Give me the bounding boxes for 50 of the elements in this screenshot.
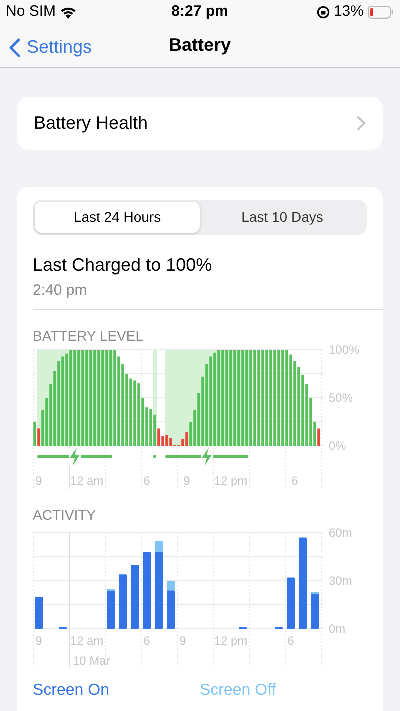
- last-charged-time: 2:40 pm: [33, 281, 88, 301]
- legend-label: Screen On: [33, 680, 110, 700]
- axis-label: 12 am: [70, 474, 104, 488]
- battery-health-row[interactable]: Battery Health: [17, 97, 383, 150]
- battery-icon: [368, 6, 394, 18]
- axis-label: 30m: [329, 574, 352, 588]
- date-label: 10 Mar: [73, 654, 110, 668]
- axis-label: 12 pm: [214, 474, 248, 488]
- section-heading: ACTIVITY: [33, 506, 98, 524]
- axis-label: 12 pm: [214, 634, 248, 648]
- axis-label: 6: [292, 474, 298, 488]
- section-heading: BATTERY LEVEL: [33, 326, 144, 346]
- carrier-label: No SIM: [6, 2, 56, 22]
- battery-percent: 13%: [334, 2, 364, 22]
- axis-label: 6: [144, 634, 150, 648]
- bar: [190, 422, 192, 446]
- legend-label: Screen Off: [200, 680, 278, 700]
- axis-label: 6: [288, 634, 294, 648]
- bar: [170, 438, 172, 446]
- activity-bar: [119, 574, 127, 628]
- bar: [186, 432, 188, 446]
- segment-tab[interactable]: Last 24 Hours: [35, 202, 200, 233]
- axis-label: 100%: [329, 344, 360, 356]
- axis-label: 60m: [329, 526, 352, 540]
- activity-bar: [239, 626, 247, 629]
- axis-label: 9: [180, 634, 186, 648]
- activity-bar: [59, 626, 67, 629]
- chevron-left-icon: [9, 38, 21, 58]
- activity-bar: [131, 564, 139, 628]
- axis-label: 0%: [329, 438, 346, 452]
- charging-indicator: [154, 454, 156, 458]
- axis-label: 9: [36, 634, 42, 648]
- wifi-icon: [60, 6, 78, 18]
- page-title: Battery: [168, 34, 232, 57]
- activity-bar: [287, 577, 295, 628]
- axis-label: 9: [184, 474, 190, 488]
- back-button[interactable]: Settings: [9, 34, 92, 61]
- chevron-right-icon: [357, 116, 366, 131]
- last-charged-title: Last Charged to 100%: [33, 254, 214, 277]
- axis-label: 50%: [329, 390, 354, 404]
- activity-bar: [35, 596, 43, 628]
- rotation-lock-icon: [316, 6, 330, 18]
- segment-tab[interactable]: Last 10 Days: [200, 202, 365, 233]
- bar: [182, 438, 184, 446]
- axis-label: 0m: [329, 622, 346, 636]
- axis-label: 6: [144, 474, 150, 488]
- clock: 8:27 pm: [172, 2, 228, 22]
- axis-label: 12 am: [70, 634, 104, 648]
- activity-bar: [275, 626, 283, 629]
- axis-label: 9: [36, 474, 42, 488]
